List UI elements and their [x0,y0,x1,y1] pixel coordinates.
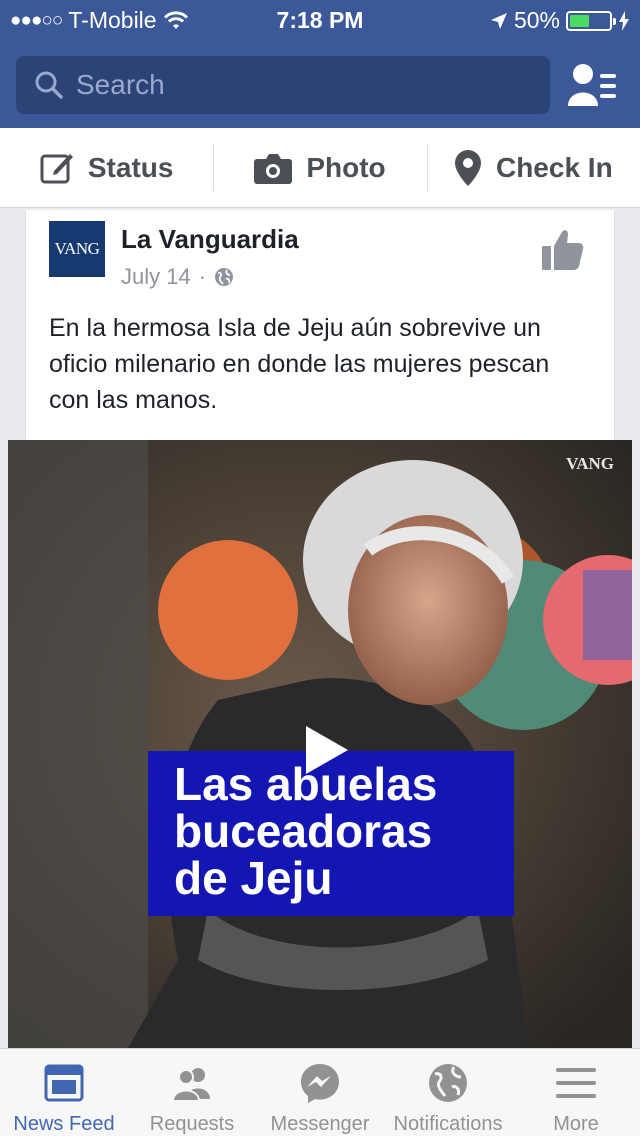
globe-privacy-icon [215,268,234,286]
tab-label: News Feed [13,1113,115,1135]
top-nav: Search [0,40,640,128]
location-arrow-icon [490,12,507,29]
search-input[interactable]: Search [76,69,165,101]
feed-post: VANG La Vanguardia July 14 · En la hermo… [25,210,615,440]
post-text: En la hermosa Isla de Jeju aún sobrevive… [49,314,550,414]
tab-label: Messenger [270,1113,370,1135]
camera-icon [254,153,293,184]
post-meta: July 14 · [121,264,234,290]
globe-icon [429,1064,467,1102]
tab-label: Notifications [393,1113,503,1135]
news-feed-icon [44,1064,84,1102]
location-pin-icon [454,149,481,186]
search-icon [35,71,63,99]
meta-separator: · [198,264,207,289]
tab-label: More [553,1113,599,1135]
check-in-label: Check In [495,151,613,183]
battery-percent: 50% [513,7,560,33]
play-icon[interactable] [296,720,356,780]
like-thumb-icon[interactable] [540,228,584,272]
video-watermark: VANG [566,454,614,473]
battery-icon [566,10,616,31]
friend-requests-icon [171,1068,210,1102]
tab-messenger[interactable]: Messenger [256,1049,384,1136]
photo-label: Photo [306,151,386,183]
post-date[interactable]: July 14 [121,264,191,290]
video-player[interactable]: VANG Las abuelas buceadoras de Jeju [8,440,632,1048]
video-title-line: de Jeju [174,852,333,904]
status-bar: ●●●○○ T-Mobile 7:18 PM 50% [0,0,640,40]
page-avatar[interactable]: VANG [49,221,105,277]
tab-more[interactable]: More [512,1049,640,1136]
page-name[interactable]: La Vanguardia [121,224,299,255]
tab-requests[interactable]: Requests [128,1049,256,1136]
tab-label: Requests [149,1113,235,1135]
photo-button[interactable]: Photo [213,128,426,207]
menu-icon [556,1068,596,1098]
tab-news-feed[interactable]: News Feed [0,1049,128,1136]
search-bar[interactable]: Search [16,56,550,114]
edit-icon [40,153,73,183]
tab-bar: News Feed Requests Messenger Notificatio… [0,1048,640,1136]
messenger-icon [301,1064,339,1103]
status-label: Status [87,151,174,183]
video-title-line: buceadoras [174,805,433,857]
status-button[interactable]: Status [0,128,213,207]
tab-notifications[interactable]: Notifications [384,1049,512,1136]
charging-icon [619,10,629,31]
composer-bar: Status Photo Check In [0,128,640,208]
check-in-button[interactable]: Check In [426,128,640,207]
friend-list-icon[interactable] [568,62,618,108]
